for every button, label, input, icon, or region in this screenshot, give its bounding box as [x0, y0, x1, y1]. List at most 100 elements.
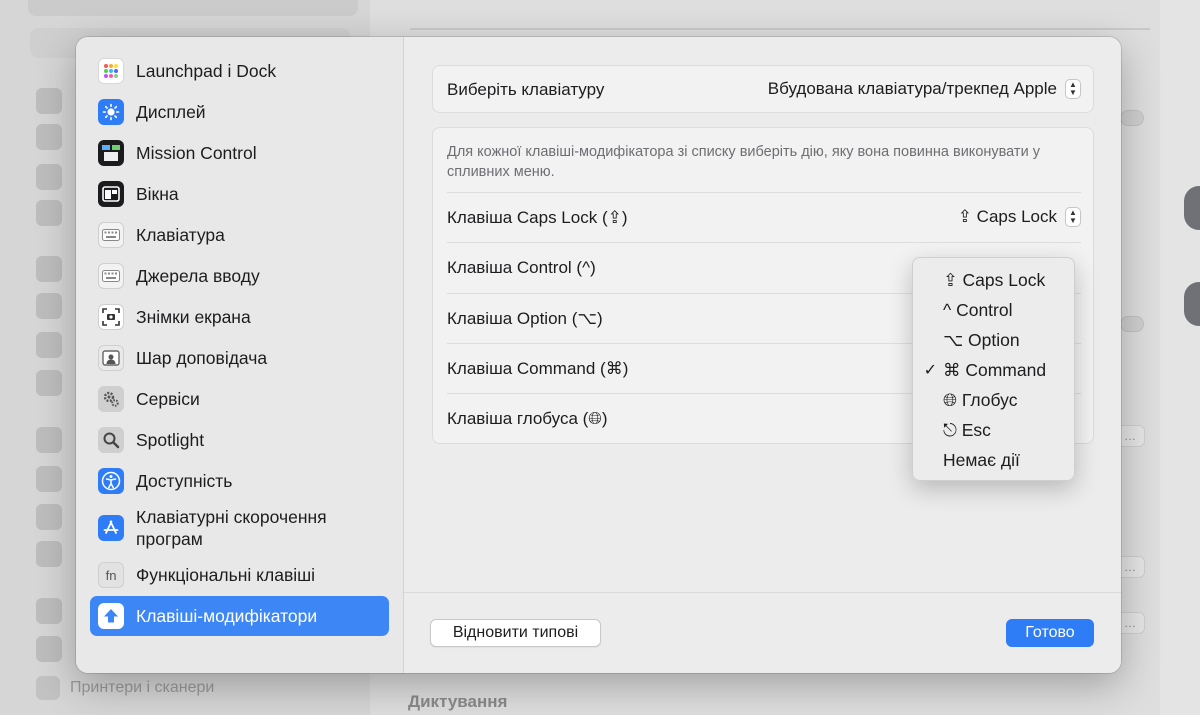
sidebar-item-services[interactable]: Сервіси [90, 380, 389, 418]
sidebar-item-label: Джерела вводу [136, 266, 260, 286]
mission-control-icon [98, 140, 124, 166]
modifier-description: Для кожної клавіші-модифікатора зі списк… [447, 144, 1040, 180]
fn-icon: fn [98, 562, 124, 588]
background-icon [36, 504, 62, 530]
sidebar-item-modifier-keys[interactable]: Клавіші-модифікатори [90, 596, 389, 636]
sidebar-item-label: Функціональні клавіші [136, 565, 316, 585]
background-icon [36, 293, 62, 319]
background-icon [36, 370, 62, 396]
background-icon [36, 332, 62, 358]
chevron-updown-icon: ▲ ▼ [1065, 79, 1081, 99]
sidebar-item-label: Вікна [136, 184, 179, 204]
sidebar-item-launchpad-dock[interactable]: Launchpad і Dock [90, 52, 389, 90]
sidebar-item-windows[interactable]: Вікна [90, 175, 389, 213]
menu-item-esc[interactable]: ⎋ Esc [913, 415, 1076, 445]
background-icon [36, 124, 62, 150]
menu-item-label: ⇪ Caps Lock [943, 269, 1046, 290]
background-icon [36, 164, 62, 190]
background-sidebar-item-printers: Принтери і сканери [36, 676, 214, 700]
sun-icon [98, 99, 124, 125]
sidebar-item-label: Mission Control [136, 143, 257, 163]
modifier-arrow-icon [98, 603, 124, 629]
modifier-row-caps-lock: Клавіша Caps Lock (⇪) ⇪ Caps Lock ▲ ▼ [447, 192, 1081, 242]
background-icon [36, 88, 62, 114]
sidebar-item-function-keys[interactable]: fn Функціональні клавіші [90, 556, 389, 594]
menu-item-label: 🌐︎ Глобус [943, 389, 1018, 410]
sidebar-item-app-shortcuts[interactable]: Клавіатурні скорочення програм [90, 503, 389, 553]
sidebar-item-label: Шар доповідача [136, 348, 268, 368]
modifier-row-label: Клавіша Control (^) [447, 258, 596, 277]
modifier-row-label: Клавіша глобуса (🌐︎) [447, 409, 608, 428]
background-icon [36, 466, 62, 492]
background-avatar [1184, 282, 1200, 326]
launchpad-icon [98, 58, 124, 84]
screenshot-icon [98, 304, 124, 330]
gears-icon [98, 386, 124, 412]
sidebar-item-screenshots[interactable]: Знімки екрана [90, 298, 389, 336]
modifier-action-menu: ⇪ Caps Lock ^ Control ⌥ Option ✓ ⌘ Comma… [912, 257, 1075, 481]
menu-item-label: ⌥ Option [943, 329, 1020, 350]
sidebar-item-label: Доступність [136, 471, 233, 491]
sidebar-item-label: Клавіатурні скорочення програм [136, 507, 327, 549]
menu-item-command[interactable]: ✓ ⌘ Command [913, 355, 1076, 385]
presenter-icon [98, 345, 124, 371]
sidebar-item-spotlight[interactable]: Spotlight [90, 421, 389, 459]
sidebar-item-label: Знімки екрана [136, 307, 251, 327]
background-right-panel [1160, 0, 1200, 715]
menu-item-label: Немає дії [943, 449, 1020, 470]
checkmark-icon: ✓ [923, 362, 937, 379]
chevron-updown-icon: ▲ ▼ [1065, 207, 1081, 227]
sidebar-item-display[interactable]: Дисплей [90, 93, 389, 131]
menu-item-no-action[interactable]: Немає дії [913, 445, 1076, 475]
menu-item-label: ⌘ Command [943, 359, 1047, 380]
menu-item-globe[interactable]: 🌐︎ Глобус [913, 385, 1076, 415]
sidebar-item-label: Сервіси [136, 389, 200, 409]
background-avatar [1184, 186, 1200, 230]
keyboard-select-value: Вбудована клавіатура/трекпед Apple [767, 79, 1057, 98]
background-icon [36, 541, 62, 567]
keyboard-icon [98, 222, 124, 248]
accessibility-icon [98, 468, 124, 494]
menu-item-label: ⎋ Esc [943, 419, 991, 440]
sidebar-item-label: Spotlight [136, 430, 205, 450]
background-icon [36, 427, 62, 453]
sheet-sidebar: Launchpad і Dock Дисплей Mission Control… [76, 37, 404, 673]
sidebar-item-label: Launchpad і Dock [136, 61, 277, 81]
background-sidebar-label: Принтери і сканери [70, 679, 215, 696]
caps-lock-popup[interactable]: ⇪ Caps Lock ▲ ▼ [958, 207, 1081, 227]
background-icon [36, 598, 62, 624]
keyboard-icon [98, 263, 124, 289]
keyboard-select-popup[interactable]: Вбудована клавіатура/трекпед Apple ▲ ▼ [768, 79, 1081, 99]
menu-item-control[interactable]: ^ Control [913, 295, 1076, 325]
sidebar-item-input-sources[interactable]: Джерела вводу [90, 257, 389, 295]
caps-lock-value: ⇪ Caps Lock [957, 207, 1057, 226]
sidebar-item-keyboard[interactable]: Клавіатура [90, 216, 389, 254]
sidebar-item-accessibility[interactable]: Доступність [90, 462, 389, 500]
magnifier-icon [98, 427, 124, 453]
keyboard-select-label: Виберіть клавіатуру [447, 80, 605, 99]
modifier-row-label: Клавіша Option (⌥) [447, 309, 603, 328]
modifier-row-label: Клавіша Caps Lock (⇪) [447, 208, 628, 227]
modifier-row-label: Клавіша Command (⌘) [447, 359, 629, 378]
footer-divider [404, 592, 1121, 593]
printer-icon [36, 676, 60, 700]
background-icon [36, 256, 62, 282]
menu-item-option[interactable]: ⌥ Option [913, 325, 1076, 355]
app-store-icon [98, 515, 124, 541]
keyboard-select-row: Виберіть клавіатуру Вбудована клавіатура… [432, 65, 1094, 113]
background-search-field [28, 0, 358, 16]
sidebar-item-label: Клавіатура [136, 225, 225, 245]
sidebar-item-label: Клавіші-модифікатори [136, 606, 318, 626]
menu-item-caps-lock[interactable]: ⇪ Caps Lock [913, 265, 1076, 295]
sidebar-item-mission-control[interactable]: Mission Control [90, 134, 389, 172]
windows-icon [98, 181, 124, 207]
restore-defaults-button[interactable]: Відновити типові [430, 619, 601, 647]
background-toggle [1120, 316, 1144, 332]
background-toggle [1120, 110, 1144, 126]
done-button[interactable]: Готово [1006, 619, 1094, 647]
background-icon [36, 200, 62, 226]
background-icon [36, 636, 62, 662]
background-slider-track [410, 28, 1150, 30]
background-dictation-heading: Диктування [408, 692, 508, 711]
sidebar-item-presenter-overlay[interactable]: Шар доповідача [90, 339, 389, 377]
